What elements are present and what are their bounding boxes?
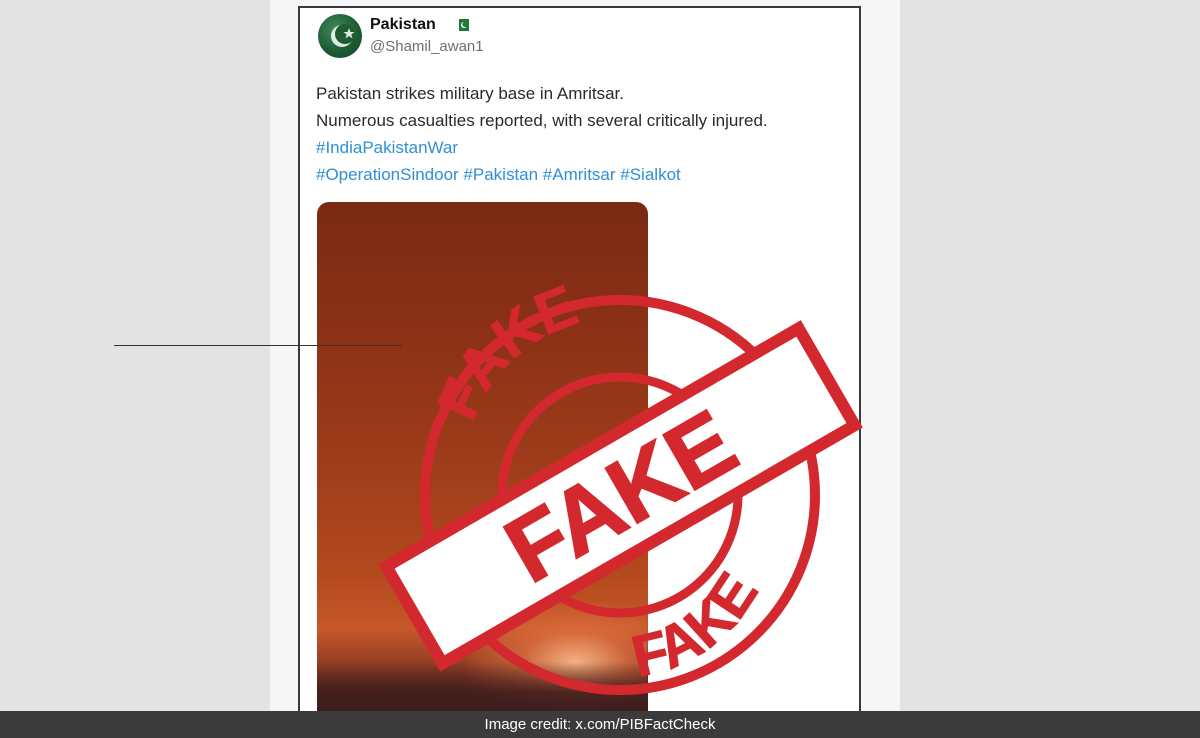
display-name[interactable]: Pakistan	[370, 16, 436, 34]
hashtag-line-2[interactable]: #OperationSindoor #Pakistan #Amritsar #S…	[316, 161, 768, 188]
user-handle[interactable]: @Shamil_awan1	[370, 38, 484, 55]
video-scrub-line	[114, 345, 402, 346]
tweet-line-1: Pakistan strikes military base in Amrits…	[316, 84, 624, 103]
tweet-line-2: Numerous casualties reported, with sever…	[316, 111, 768, 130]
image-credit: Image credit: x.com/PIBFactCheck	[484, 716, 716, 733]
tweet-text: Pakistan strikes military base in Amrits…	[316, 80, 768, 188]
avatar[interactable]	[318, 14, 362, 58]
stamp-top-word: FAKE	[425, 280, 586, 429]
fake-stamp: FAKE FAKE FAKE	[378, 280, 863, 695]
hashtag-line-1[interactable]: #IndiaPakistanWar	[316, 134, 768, 161]
pakistan-flag-icon	[455, 18, 469, 31]
